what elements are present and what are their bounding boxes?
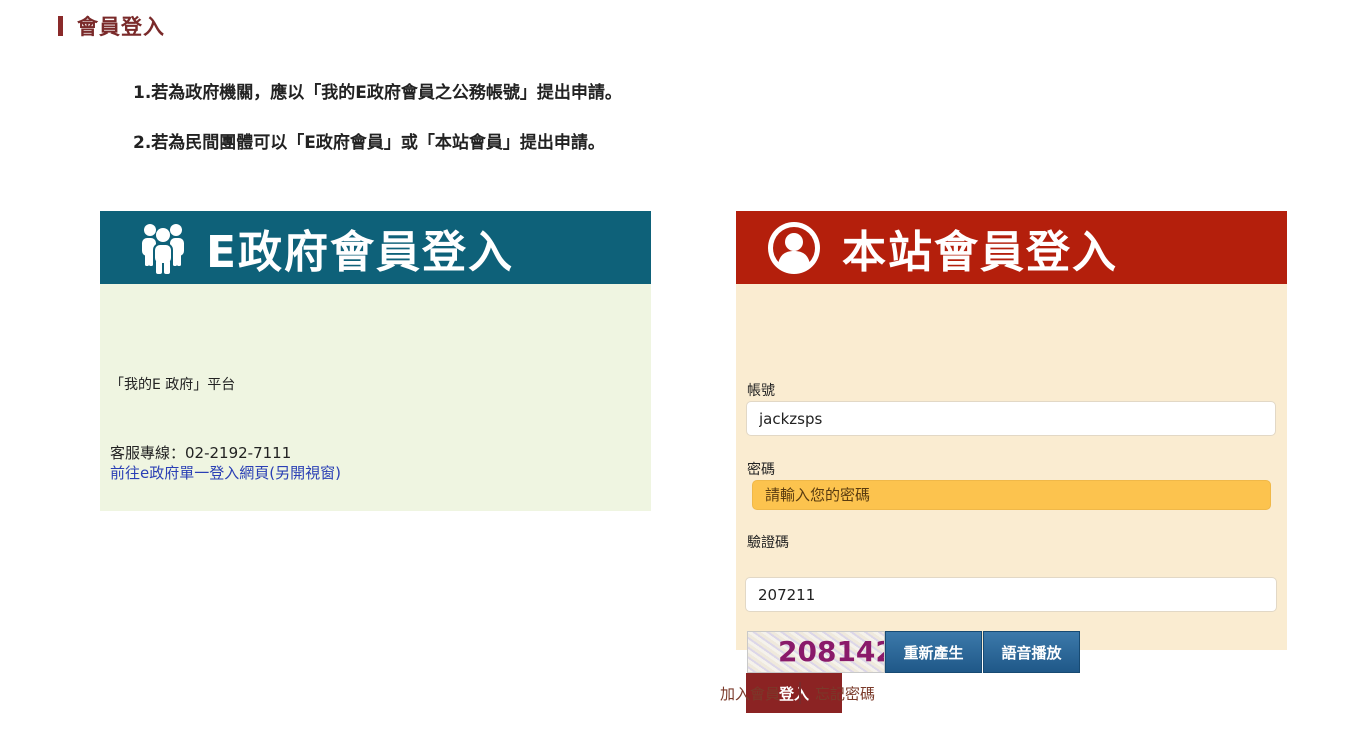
people-group-icon	[142, 223, 184, 274]
footer-links: 加入會員 忘記密碼	[720, 682, 875, 704]
instruction-2: 2.若為民間團體可以「E政府會員」或「本站會員」提出申請。	[133, 133, 605, 153]
password-label: 密碼	[747, 462, 775, 478]
captcha-label: 驗證碼	[747, 535, 789, 551]
captcha-image: 208142	[747, 631, 885, 673]
footer-divider	[799, 682, 802, 704]
page-title-block: 會員登入	[58, 12, 165, 40]
site-login-header: 本站會員登入	[736, 211, 1287, 284]
egov-sso-link[interactable]: 前往e政府單一登入網頁(另開視窗)	[110, 462, 341, 483]
user-circle-icon	[768, 221, 820, 274]
title-accent-bar	[58, 16, 63, 36]
site-header-title: 本站會員登入	[842, 226, 1118, 278]
egov-hotline: 客服專線：02-2192-7111	[110, 444, 292, 462]
site-login-panel: 本站會員登入 帳號 密碼 驗證碼 208142 重新產生 語音播放 登入	[736, 211, 1287, 713]
instructions: 1.若為政府機關，應以「我的E政府會員之公務帳號」提出申請。 2.若為民間團體可…	[133, 78, 622, 158]
site-login-form: 帳號 密碼 驗證碼 208142 重新產生 語音播放 登入	[736, 284, 1287, 713]
regenerate-captcha-button[interactable]: 重新產生	[885, 631, 982, 673]
password-input[interactable]	[752, 480, 1271, 510]
egov-login-panel: E政府會員登入 「我的E 政府」平台 客服專線：02-2192-7111 前往e…	[100, 211, 651, 511]
instruction-1: 1.若為政府機關，應以「我的E政府會員之公務帳號」提出申請。	[133, 83, 622, 103]
account-label: 帳號	[747, 383, 775, 399]
audio-captcha-button[interactable]: 語音播放	[983, 631, 1080, 673]
join-member-link[interactable]: 加入會員	[720, 683, 780, 704]
forgot-password-link[interactable]: 忘記密碼	[815, 683, 875, 704]
captcha-input[interactable]	[745, 577, 1277, 612]
page-title: 會員登入	[77, 15, 165, 39]
account-input[interactable]	[746, 401, 1276, 436]
egov-header-title: E政府會員登入	[206, 226, 515, 278]
captcha-image-text: 208142	[778, 635, 885, 668]
egov-platform-text: 「我的E 政府」平台	[110, 377, 236, 393]
egov-info: 「我的E 政府」平台 客服專線：02-2192-7111 前往e政府單一登入網頁…	[100, 284, 651, 511]
egov-login-header: E政府會員登入	[100, 211, 651, 284]
